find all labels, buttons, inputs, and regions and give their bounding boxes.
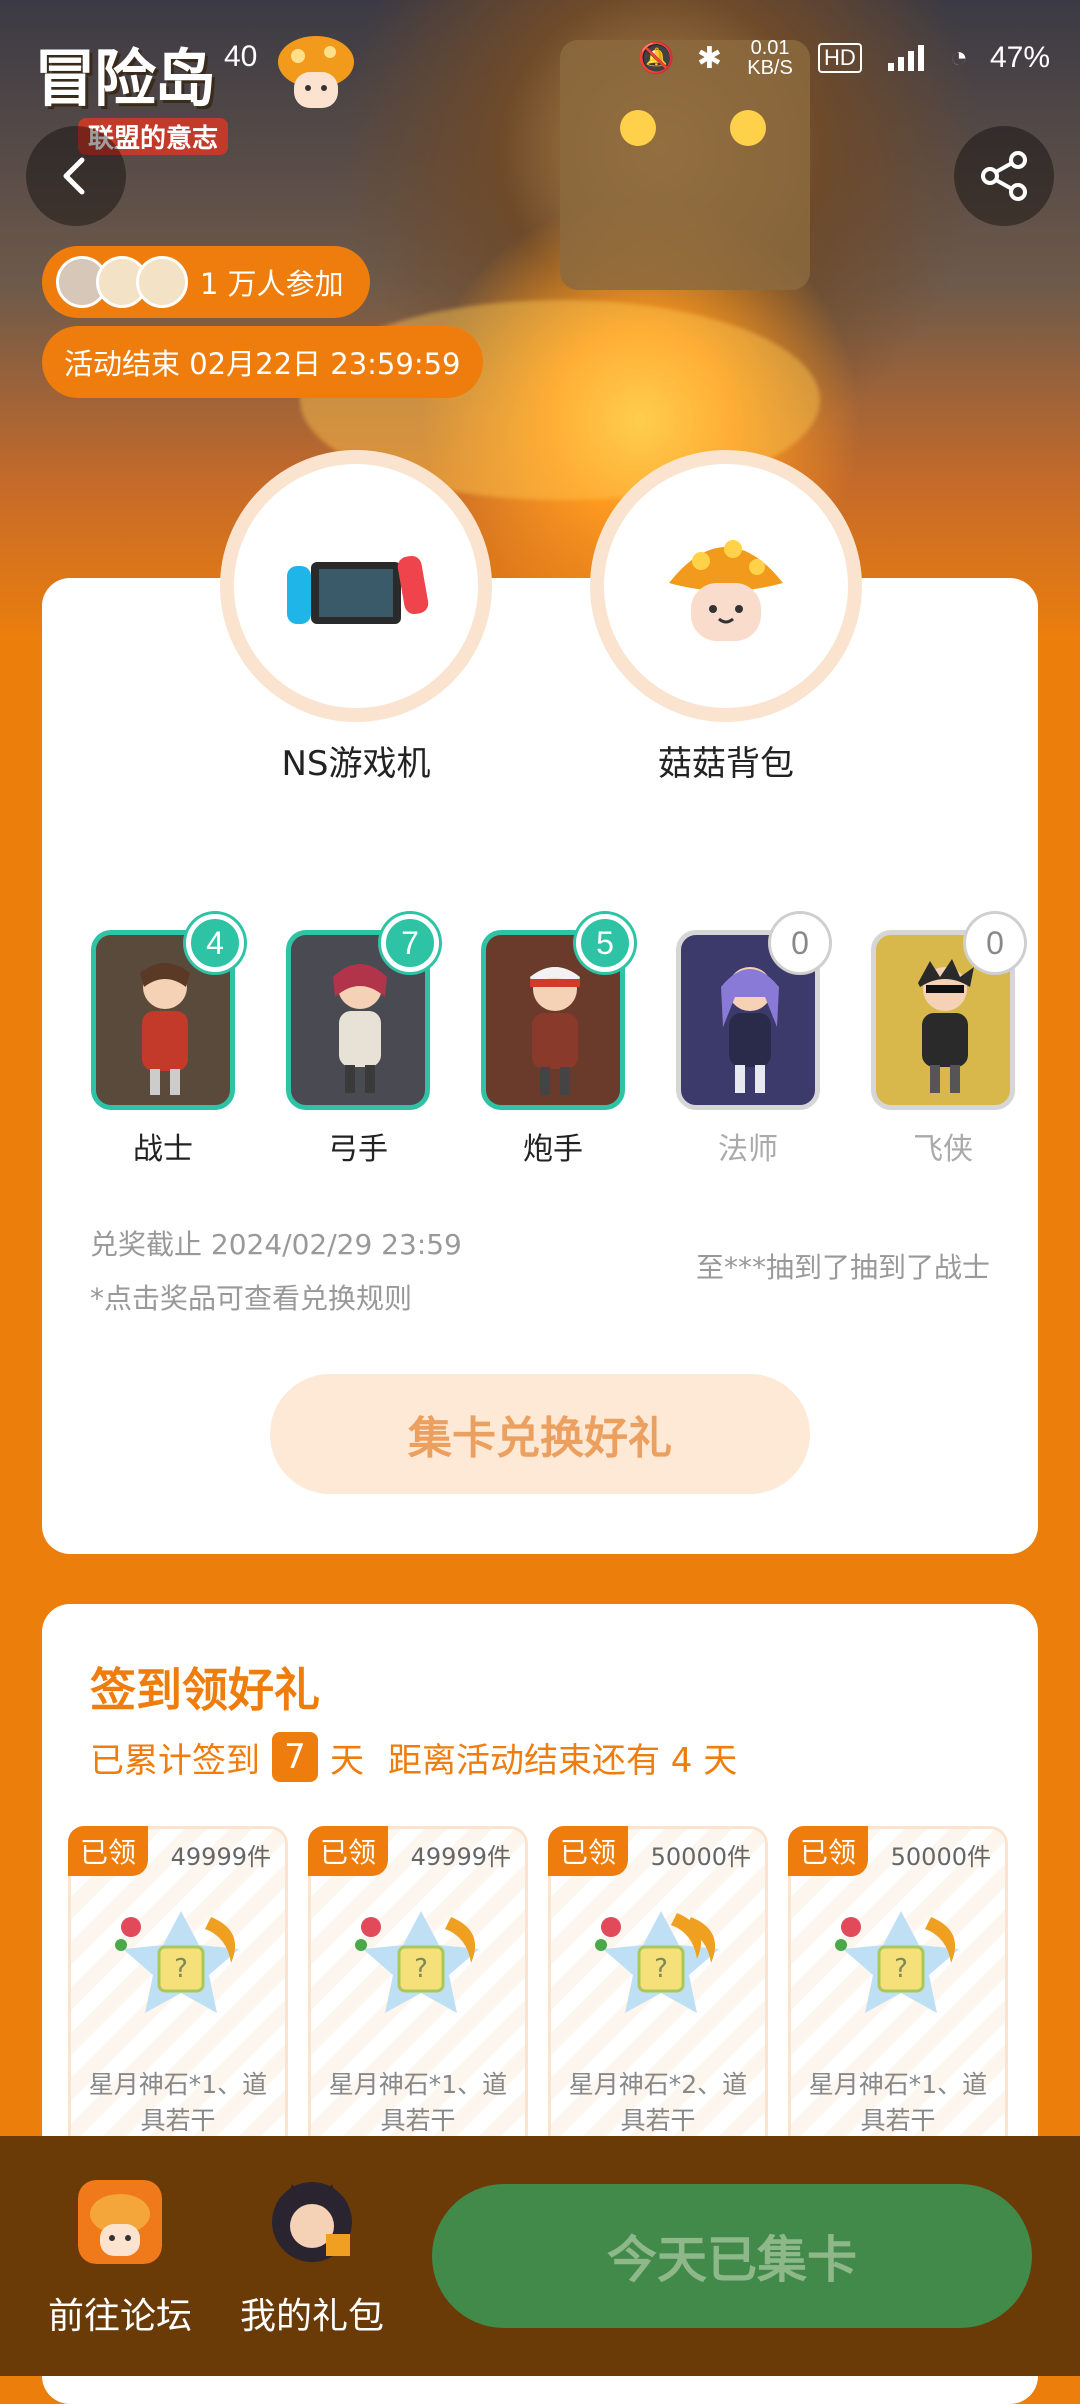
forum-link[interactable]: 前往论坛 — [40, 2180, 200, 2339]
svg-text:?: ? — [894, 1954, 908, 1984]
character-card-warrior[interactable]: 4 战士 — [88, 914, 244, 1168]
logo-title: 冒险岛 — [34, 45, 216, 114]
gift-item[interactable]: 已领 49999件 ? 星月神石*1、道具若干 — [308, 1826, 528, 2166]
bottom-action-bar: 前往论坛 我的礼包 今天已集卡 — [0, 2136, 1080, 2376]
collected-today-button[interactable]: 今天已集卡 — [432, 2184, 1032, 2328]
battery-level: 47% — [989, 41, 1050, 74]
gift-avatar-icon — [272, 2182, 352, 2262]
golem-eyes — [620, 110, 656, 146]
character-name: 战士 — [133, 1132, 193, 1167]
signin-days-unit: 天 — [330, 1740, 364, 1781]
prize-image-frame — [590, 450, 862, 722]
mute-icon: 🔕 — [637, 41, 675, 75]
card-count-badge: 4 — [186, 914, 244, 972]
signal-icon — [887, 45, 924, 71]
character-card-mage[interactable]: 0 法师 — [673, 914, 829, 1168]
hd-badge: HD — [818, 43, 862, 73]
svg-text:?: ? — [174, 1954, 188, 1984]
character-name: 炮手 — [523, 1132, 583, 1167]
gift-stock: 49999件 — [170, 1843, 271, 1871]
signin-title: 签到领好礼 — [90, 1663, 320, 1717]
card-collect-panel: NS游戏机 菇菇背包 4 战士 7 弓手 5 炮手 0 法师 0 飞侠 兑奖截止… — [42, 450, 1038, 1554]
claimed-tag: 已领 — [308, 1826, 388, 1876]
prize-label: 菇菇背包 — [658, 744, 794, 784]
cannoneer-figure — [530, 967, 580, 1095]
gift-description: 星月神石*2、道具若干 — [568, 2070, 748, 2135]
svg-text:?: ? — [654, 1954, 668, 1984]
thief-figure — [918, 959, 974, 1093]
signin-remaining: 距离活动结束还有 4 天 — [388, 1740, 738, 1781]
bluetooth-icon: ✱ — [696, 41, 723, 75]
card-count-badge: 5 — [576, 914, 634, 972]
claimed-tag: 已领 — [68, 1826, 148, 1876]
prize-mushroom-backpack[interactable]: 菇菇背包 — [590, 450, 862, 785]
character-cards: 4 战士 7 弓手 5 炮手 0 法师 0 飞侠 — [88, 914, 1024, 1168]
character-name: 法师 — [718, 1132, 778, 1167]
character-card-archer[interactable]: 7 弓手 — [283, 914, 439, 1168]
signin-prefix: 已累计签到 — [90, 1740, 260, 1781]
end-time-text: 活动结束 02月22日 23:59:59 — [64, 347, 461, 381]
warrior-figure — [140, 963, 190, 1095]
mage-figure — [721, 967, 779, 1093]
claimed-tag: 已领 — [548, 1826, 628, 1876]
card-count-badge: 0 — [771, 914, 829, 972]
prize-label: NS游戏机 — [281, 744, 431, 784]
signin-progress: 已累计签到 7 天 距离活动结束还有 4 天 — [90, 1732, 737, 1782]
archer-figure — [333, 964, 387, 1093]
back-button[interactable] — [26, 126, 126, 226]
game-console-icon — [287, 555, 429, 624]
participant-avatars — [56, 256, 188, 308]
forum-app-icon — [78, 2180, 162, 2264]
prize-image-frame — [220, 450, 492, 722]
gift-bundle-icon: ? — [355, 1911, 479, 2013]
participants-badge: 1 万人参加 — [42, 246, 370, 318]
share-button[interactable] — [954, 126, 1054, 226]
share-icon — [981, 151, 1027, 201]
character-name: 飞侠 — [913, 1132, 973, 1167]
signin-days: 7 — [272, 1732, 318, 1782]
forum-label: 前往论坛 — [47, 2296, 192, 2337]
gift-description: 星月神石*1、道具若干 — [88, 2070, 268, 2135]
network-speed: 0.01 KB/S — [747, 37, 793, 79]
signin-gift-list: 已领 49999件 ? 星月神石*1、道具若干 已领 49999件 ? 星月神石… — [68, 1826, 1008, 2166]
card-count-badge: 7 — [381, 914, 439, 972]
svg-text:?: ? — [414, 1954, 428, 1984]
card-count-badge: 0 — [966, 914, 1024, 972]
exchange-gift-button[interactable]: 集卡兑换好礼 — [270, 1374, 810, 1494]
mushroom-mascot-icon — [278, 36, 354, 108]
character-card-thief[interactable]: 0 飞侠 — [868, 914, 1024, 1168]
winner-ticker: 至***抽到了抽到了战士 — [695, 1251, 990, 1284]
character-name: 弓手 — [328, 1132, 388, 1167]
mushroom-backpack-icon — [669, 540, 783, 641]
gift-bundle-icon: ? — [595, 1911, 719, 2013]
gift-bundle-icon: ? — [835, 1911, 959, 2013]
gift-description: 星月神石*1、道具若干 — [808, 2070, 988, 2135]
gift-description: 星月神石*1、道具若干 — [328, 2070, 508, 2135]
status-bar: 🔕 ✱ 0.01 KB/S HD ◔ 47% — [638, 38, 1050, 78]
end-time-badge: 活动结束 02月22日 23:59:59 — [42, 326, 483, 398]
gift-item[interactable]: 已领 50000件 ? 星月神石*1、道具若干 — [788, 1826, 1008, 2166]
gift-stock: 50000件 — [650, 1843, 751, 1871]
participants-count: 1 万人参加 — [200, 267, 344, 301]
gift-stock: 49999件 — [410, 1843, 511, 1871]
battery-icon: ◔ — [949, 41, 968, 74]
chevron-left-icon — [63, 157, 85, 195]
prize-ns-console[interactable]: NS游戏机 — [220, 450, 492, 785]
redeem-deadline: 兑奖截止 2024/02/29 23:59 — [90, 1228, 462, 1261]
redeem-rule-hint[interactable]: *点击奖品可查看兑换规则 — [90, 1272, 462, 1326]
my-gifts-link[interactable]: 我的礼包 — [232, 2180, 392, 2339]
claimed-tag: 已领 — [788, 1826, 868, 1876]
gift-item[interactable]: 已领 49999件 ? 星月神石*1、道具若干 — [68, 1826, 288, 2166]
avatar — [136, 256, 188, 308]
status-time: 40 — [224, 40, 258, 73]
my-gifts-label: 我的礼包 — [239, 2296, 384, 2337]
gift-bundle-icon: ? — [115, 1911, 239, 2013]
character-card-cannoneer[interactable]: 5 炮手 — [478, 914, 634, 1168]
gift-item[interactable]: 已领 50000件 ? 星月神石*2、道具若干 — [548, 1826, 768, 2166]
redeem-info: 兑奖截止 2024/02/29 23:59 *点击奖品可查看兑换规则 — [90, 1218, 462, 1326]
gift-stock: 50000件 — [890, 1843, 991, 1871]
